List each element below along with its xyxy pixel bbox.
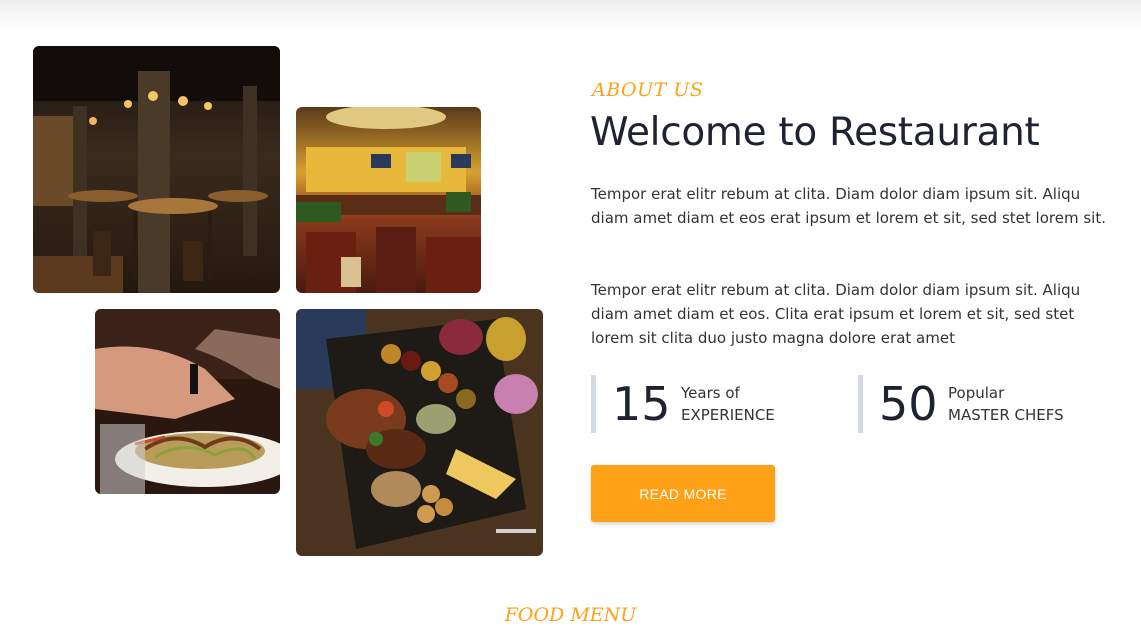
stat-label-line2: MASTER CHEFS	[948, 406, 1064, 424]
about-us-eyebrow: ABOUT US	[592, 79, 704, 101]
about-paragraph-1: Tempor erat elitr rebum at clita. Diam d…	[591, 185, 1106, 227]
header-shadow	[0, 0, 1141, 34]
stat-experience: 15 Years of EXPERIENCE	[591, 375, 831, 433]
stat-label-line2: EXPERIENCE	[681, 406, 775, 424]
stat-number: 15	[612, 377, 671, 431]
dining-room-image	[296, 107, 481, 293]
food-platter-image	[296, 309, 543, 556]
page-title: Welcome to Restaurant	[590, 110, 1040, 155]
salad-plate-image	[95, 309, 280, 494]
stat-label-line1: Years of	[681, 384, 740, 402]
restaurant-interior-image	[33, 46, 280, 293]
stat-number: 50	[879, 377, 938, 431]
about-paragraph-2: Tempor erat elitr rebum at clita. Diam d…	[591, 281, 1081, 347]
food-menu-eyebrow: FOOD MENU	[504, 604, 637, 626]
read-more-button[interactable]: READ MORE	[591, 465, 775, 522]
stat-master-chefs: 50 Popular MASTER CHEFS	[858, 375, 1108, 433]
stat-label-line1: Popular	[948, 384, 1005, 402]
